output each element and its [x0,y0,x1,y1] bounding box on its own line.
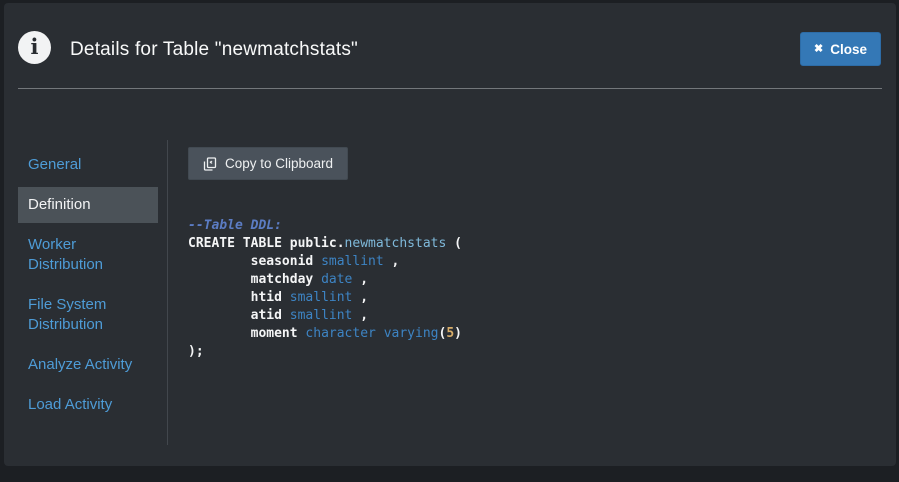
copy-to-clipboard-button[interactable]: Copy to Clipboard [188,147,348,180]
table-details-modal: i Details for Table "newmatchstats" ✖ Cl… [4,3,896,466]
code-line: atid smallint , [188,307,876,325]
sidebar-item-file-system-distribution[interactable]: File System Distribution [18,287,158,343]
sidebar-item-general[interactable]: General [18,147,158,183]
close-button-label: Close [830,42,867,57]
code-line: moment character varying(5) [188,325,876,343]
copy-icon [203,157,217,171]
code-line: matchday date , [188,271,876,289]
code-line: CREATE TABLE public.newmatchstats ( [188,235,876,253]
sidebar-item-analyze-activity[interactable]: Analyze Activity [18,347,158,383]
code-line: ); [188,343,876,361]
sidebar-item-worker-distribution[interactable]: Worker Distribution [18,227,158,283]
code-line: htid smallint , [188,289,876,307]
code-line: seasonid smallint , [188,253,876,271]
header-divider [18,88,882,89]
modal-title: Details for Table "newmatchstats" [70,39,358,61]
close-icon: ✖ [814,44,823,55]
sidebar-divider [167,140,168,445]
info-icon: i [18,31,51,64]
page-background: i Details for Table "newmatchstats" ✖ Cl… [0,0,899,482]
sidebar-nav: General Definition Worker DistributionFile… [18,147,158,427]
close-button[interactable]: ✖ Close [800,32,881,66]
sidebar-item-definition[interactable]: Definition [18,187,158,223]
info-icon-glyph: i [31,36,39,57]
sidebar-item-load-activity[interactable]: Load Activity [18,387,158,423]
code-line: --Table DDL: [188,217,876,235]
ddl-code: --Table DDL:CREATE TABLE public.newmatch… [188,217,876,361]
copy-button-label: Copy to Clipboard [225,156,333,171]
definition-panel: Copy to Clipboard --Table DDL:CREATE TAB… [188,147,876,361]
